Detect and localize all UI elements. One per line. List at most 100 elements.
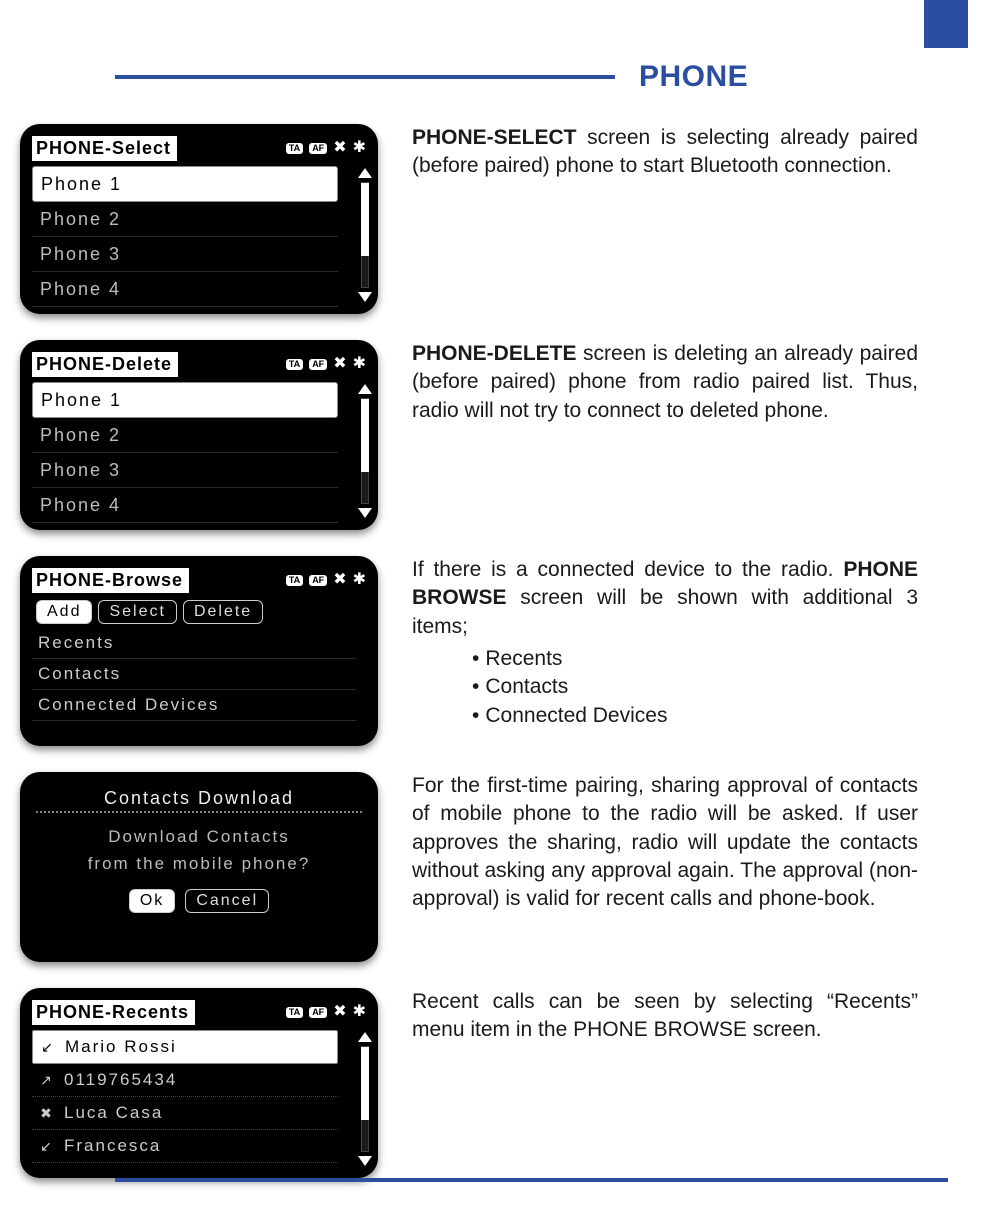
device-delete: PHONE-Delete TA AF ✖ ✱ Phone 1 Phone 2 P… [20,340,378,530]
scroll-thumb[interactable] [361,183,369,256]
section-download: Contacts Download Download Contacts from… [20,772,958,962]
desc-browse: If there is a connected device to the ra… [412,556,958,730]
recent-item[interactable]: ↗ 0119765434 [32,1064,338,1097]
page-title: PHONE [639,60,748,94]
scroll-track[interactable] [361,182,369,288]
top-accent-tab [924,0,968,48]
af-badge: AF [309,143,327,154]
status-icons: TA AF ✖ ✱ [286,572,366,588]
scroll-up-icon[interactable] [358,168,372,178]
bluetooth-icon: ✱ [353,356,366,372]
desc-text: If there is a connected device to the ra… [412,558,843,581]
af-badge: AF [309,359,327,370]
scroll-down-icon[interactable] [358,508,372,518]
title-row: PHONE [20,60,958,94]
mute-icon: ✖ [333,356,346,372]
device-recents: PHONE-Recents TA AF ✖ ✱ ↙ Mario Rossi ↗ 01… [20,988,378,1178]
incoming-call-icon: ↙ [38,1138,56,1155]
recent-label: Mario Rossi [65,1037,177,1057]
list-item[interactable]: Contacts [32,659,356,690]
content: PHONE-Select TA AF ✖ ✱ Phone 1 Phone 2 P… [20,124,958,1178]
scroll-down-icon[interactable] [358,292,372,302]
ta-badge: TA [286,359,303,370]
dialog-message: Download Contacts from the mobile phone? [32,823,366,877]
af-badge: AF [309,1007,327,1018]
missed-call-icon: ✖ [38,1105,56,1122]
dotted-divider [36,811,362,813]
recent-label: Luca Casa [64,1103,163,1123]
list-item[interactable]: Phone 3 [32,453,338,488]
scroll-track[interactable] [361,1046,369,1152]
scrollbar[interactable] [354,1032,376,1166]
add-button[interactable]: Add [36,600,92,624]
ta-badge: TA [286,1007,303,1018]
screen-title-recents: PHONE-Recents [32,1000,195,1025]
mute-icon: ✖ [333,1004,346,1020]
scroll-track[interactable] [361,398,369,504]
list-item[interactable]: Phone 4 [32,272,338,307]
ok-button[interactable]: Ok [129,889,175,913]
status-icons: TA AF ✖ ✱ [286,356,366,372]
scroll-thumb[interactable] [361,1047,369,1120]
bold-label: PHONE-DELETE [412,342,577,365]
recent-item[interactable]: ↙Francesca [32,1130,338,1163]
bullet-item: Connected Devices [472,702,918,730]
recent-label: 0119765434 [64,1070,177,1090]
bluetooth-icon: ✱ [353,572,366,588]
list-item[interactable]: Phone 1 [32,382,338,418]
list-item[interactable]: Phone 4 [32,488,338,523]
section-recents: PHONE-Recents TA AF ✖ ✱ ↙ Mario Rossi ↗ 01… [20,988,958,1178]
recent-item[interactable]: ✖ Luca Casa [32,1097,338,1130]
af-badge: AF [309,575,327,586]
bluetooth-icon: ✱ [353,1004,366,1020]
desc-select: PHONE-SELECT screen is selecting already… [412,124,958,181]
bold-label: PHONE-SELECT [412,126,577,149]
cancel-button[interactable]: Cancel [185,889,269,913]
delete-button[interactable]: Delete [183,600,263,624]
desc-delete: PHONE-DELETE screen is deleting an alrea… [412,340,958,425]
device-select: PHONE-Select TA AF ✖ ✱ Phone 1 Phone 2 P… [20,124,378,314]
scroll-up-icon[interactable] [358,1032,372,1042]
list-item[interactable]: Phone 2 [32,202,338,237]
bullet-list: Recents Contacts Connected Devices [412,645,918,730]
dialog-line: Download Contacts [32,823,366,850]
section-select: PHONE-Select TA AF ✖ ✱ Phone 1 Phone 2 P… [20,124,958,314]
screen-title-delete: PHONE-Delete [32,352,178,377]
status-icons: TA AF ✖ ✱ [286,1004,366,1020]
manual-page: PHONE PHONE-Select TA AF ✖ ✱ Phone 1 Pho… [0,0,1008,1226]
scroll-down-icon[interactable] [358,1156,372,1166]
ta-badge: TA [286,143,303,154]
bullet-item: Recents [472,645,918,673]
scrollbar[interactable] [354,168,376,302]
ta-badge: TA [286,575,303,586]
list-item[interactable]: Phone 1 [32,166,338,202]
blue-rule-top [115,75,615,79]
mute-icon: ✖ [333,140,346,156]
scrollbar[interactable] [354,384,376,518]
mute-icon: ✖ [333,572,346,588]
select-button[interactable]: Select [98,600,176,624]
device-browse: PHONE-Browse TA AF ✖ ✱ Add Select Delete… [20,556,378,746]
list-item[interactable]: Connected Devices [32,690,356,721]
dialog-title: Contacts Download [32,782,366,811]
list-item[interactable]: Phone 3 [32,237,338,272]
status-icons: TA AF ✖ ✱ [286,140,366,156]
blue-rule-bottom [115,1178,948,1182]
desc-download: For the first-time pairing, sharing appr… [412,772,958,914]
incoming-call-icon: ↙ [39,1039,57,1056]
bluetooth-icon: ✱ [353,140,366,156]
section-browse: PHONE-Browse TA AF ✖ ✱ Add Select Delete… [20,556,958,746]
desc-recents: Recent calls can be seen by selecting “R… [412,988,958,1045]
scroll-thumb[interactable] [361,399,369,472]
recent-item[interactable]: ↙ Mario Rossi [32,1030,338,1064]
section-delete: PHONE-Delete TA AF ✖ ✱ Phone 1 Phone 2 P… [20,340,958,530]
list-item[interactable]: Recents [32,628,356,659]
screen-title-select: PHONE-Select [32,136,177,161]
scroll-up-icon[interactable] [358,384,372,394]
screen-title-browse: PHONE-Browse [32,568,189,593]
list-item[interactable]: Phone 2 [32,418,338,453]
bullet-item: Contacts [472,673,918,701]
device-download: Contacts Download Download Contacts from… [20,772,378,962]
dialog-line: from the mobile phone? [32,850,366,877]
outgoing-call-icon: ↗ [38,1072,56,1089]
